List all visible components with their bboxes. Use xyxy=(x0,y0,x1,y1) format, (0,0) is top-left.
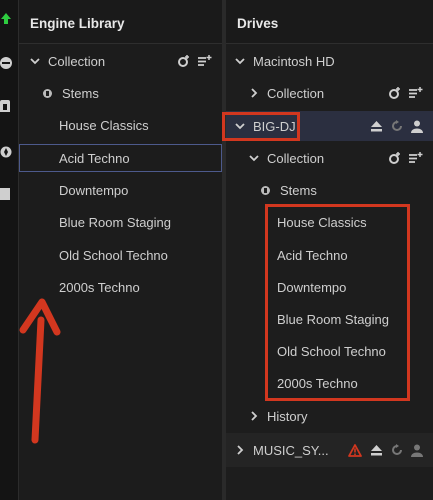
bigdj-playlist-item[interactable]: Blue Room Staging xyxy=(226,304,433,334)
chevron-right-icon[interactable] xyxy=(249,411,259,421)
chevron-down-icon[interactable] xyxy=(235,121,245,131)
drive-name: Macintosh HD xyxy=(253,53,335,69)
chevron-right-icon[interactable] xyxy=(249,88,259,98)
bigdj-history-row[interactable]: History xyxy=(226,401,433,431)
library-stems-row[interactable]: Stems xyxy=(19,78,222,108)
bigdj-stems-row[interactable]: Stems xyxy=(226,175,433,205)
bigdj-playlist-label: Old School Techno xyxy=(277,343,386,359)
library-playlist-item[interactable]: House Classics xyxy=(19,110,222,140)
bigdj-playlist-item[interactable]: Acid Techno xyxy=(226,240,433,270)
square-icon[interactable] xyxy=(0,188,12,200)
bigdj-collection-row[interactable]: Collection xyxy=(226,143,433,173)
library-playlist-label: Old School Techno xyxy=(59,247,168,263)
drive-name: BIG-DJ xyxy=(253,118,296,134)
chevron-down-icon[interactable] xyxy=(30,56,40,66)
bigdj-playlist-label: Acid Techno xyxy=(277,247,348,263)
bigdj-history-label: History xyxy=(267,408,308,424)
library-playlist-label: Acid Techno xyxy=(59,150,130,166)
refresh-icon[interactable] xyxy=(391,444,403,456)
engine-library-title: Engine Library xyxy=(19,0,222,44)
bigdj-playlist-label: House Classics xyxy=(277,214,367,230)
user-icon[interactable] xyxy=(411,120,423,133)
library-playlist-label: Downtempo xyxy=(59,182,129,198)
bigdj-playlist-label: Downtempo xyxy=(277,279,347,295)
bigdj-playlist-label: 2000s Techno xyxy=(277,375,358,391)
bigdj-playlist-item[interactable]: House Classics xyxy=(226,207,433,237)
library-playlist-item[interactable]: Downtempo xyxy=(19,175,222,205)
bigdj-stems-label: Stems xyxy=(280,182,317,198)
bigdj-playlist-item[interactable]: Old School Techno xyxy=(226,336,433,366)
compass-icon[interactable] xyxy=(0,146,12,158)
library-playlist-item[interactable]: Blue Room Staging xyxy=(19,207,222,237)
stems-icon xyxy=(43,88,52,98)
library-stems-label: Stems xyxy=(62,85,99,101)
library-playlist-label: House Classics xyxy=(59,117,149,133)
bigdj-playlist-item[interactable]: 2000s Techno xyxy=(226,368,433,398)
bigdj-playlist-label: Blue Room Staging xyxy=(277,311,390,327)
drive-macintosh-hd[interactable]: Macintosh HD xyxy=(226,46,433,76)
annotation-arrow xyxy=(19,298,61,444)
drive-big-dj[interactable]: BIG-DJ xyxy=(226,111,433,141)
arrow-up-icon[interactable] xyxy=(0,12,12,24)
chevron-down-icon[interactable] xyxy=(235,56,245,66)
user-icon[interactable] xyxy=(411,444,423,457)
engine-library-panel: Engine Library Collection Stems House Cl… xyxy=(19,0,222,500)
warning-icon xyxy=(348,443,362,457)
chevron-right-icon[interactable] xyxy=(235,445,245,455)
eject-icon[interactable] xyxy=(370,120,383,132)
library-playlist-item[interactable]: Old School Techno xyxy=(19,240,222,270)
document-icon[interactable] xyxy=(0,100,12,112)
drive-music-sy[interactable]: MUSIC_SY... xyxy=(226,433,433,467)
gear-plus-icon[interactable] xyxy=(389,87,401,99)
mac-collection-row[interactable]: Collection xyxy=(226,78,433,108)
side-rail xyxy=(0,0,19,500)
bigdj-collection-label: Collection xyxy=(267,150,325,166)
library-collection-row[interactable]: Collection xyxy=(19,46,222,76)
refresh-icon[interactable] xyxy=(391,120,403,132)
chevron-down-icon[interactable] xyxy=(249,153,259,163)
add-playlist-icon[interactable] xyxy=(198,55,212,67)
bigdj-playlist-item[interactable]: Downtempo xyxy=(226,272,433,302)
gear-plus-icon[interactable] xyxy=(178,55,190,67)
gear-plus-icon[interactable] xyxy=(389,152,401,164)
library-playlist-label: Blue Room Staging xyxy=(59,214,172,230)
drives-panel: Drives Macintosh HD Collection BIG-DJ Co… xyxy=(222,0,433,500)
mac-collection-label: Collection xyxy=(267,85,325,101)
drive-name: MUSIC_SY... xyxy=(253,442,329,458)
minus-circle-icon[interactable] xyxy=(0,57,12,69)
eject-icon[interactable] xyxy=(370,444,383,456)
library-collection-label: Collection xyxy=(48,53,106,69)
add-playlist-icon[interactable] xyxy=(409,152,423,164)
add-playlist-icon[interactable] xyxy=(409,87,423,99)
drives-title: Drives xyxy=(226,0,433,44)
library-playlist-item-selected[interactable]: Acid Techno xyxy=(19,143,222,173)
stems-icon xyxy=(261,185,270,195)
